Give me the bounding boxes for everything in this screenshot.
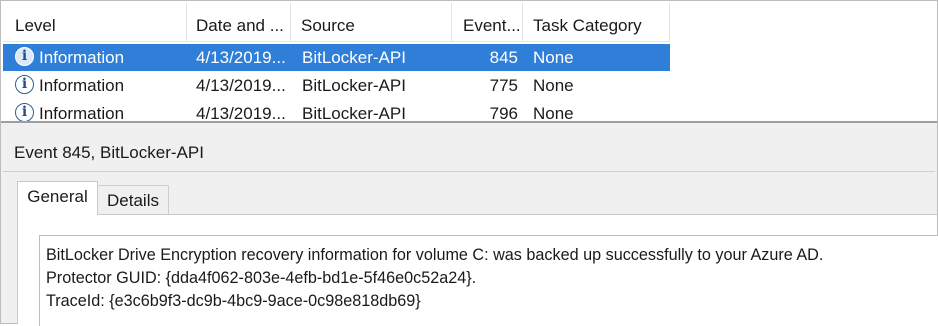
event-message-box[interactable]: BitLocker Drive Encryption recovery info…: [39, 235, 938, 326]
information-icon: i: [15, 103, 34, 122]
event-source: BitLocker-API: [302, 76, 406, 95]
general-tab-panel: BitLocker Drive Encryption recovery info…: [17, 214, 938, 326]
column-header-event-id[interactable]: Event...: [452, 3, 523, 41]
event-message-line: TraceId: {e3c6b9f3-dc9b-4bc9-9ace-0c98e8…: [46, 292, 421, 310]
column-header-date[interactable]: Date and ...: [187, 3, 291, 41]
event-source: BitLocker-API: [302, 104, 406, 122]
event-viewer-window: Level Date and ... Source Event... Task …: [0, 0, 938, 326]
event-task-category: None: [533, 48, 574, 67]
column-header-source[interactable]: Source: [291, 3, 452, 41]
event-row[interactable]: i Information 4/13/2019... BitLocker-API…: [3, 100, 670, 122]
information-icon: i: [15, 75, 34, 94]
column-header-level[interactable]: Level: [3, 3, 187, 41]
event-detail-title: Event 845, BitLocker-API: [14, 143, 204, 162]
event-list: Level Date and ... Source Event... Task …: [3, 3, 935, 122]
event-message-line: BitLocker Drive Encryption recovery info…: [46, 246, 824, 264]
event-source: BitLocker-API: [302, 48, 406, 67]
event-task-category: None: [533, 104, 574, 122]
event-level: Information: [39, 76, 125, 95]
event-message-line: Protector GUID: {dda4f062-803e-4efb-bd1e…: [46, 269, 477, 287]
event-id: 796: [489, 104, 518, 122]
event-list-header: Level Date and ... Source Event... Task …: [3, 3, 670, 42]
event-date: 4/13/2019...: [196, 48, 286, 67]
tab-details[interactable]: Details: [97, 185, 169, 215]
event-id: 845: [489, 48, 518, 67]
event-date: 4/13/2019...: [196, 104, 286, 122]
column-header-task-category[interactable]: Task Category: [523, 3, 670, 41]
event-id: 775: [489, 76, 518, 95]
event-task-category: None: [533, 76, 574, 95]
title-divider: [3, 171, 935, 172]
event-level: Information: [39, 48, 125, 67]
information-icon: i: [15, 47, 34, 66]
event-row[interactable]: i Information 4/13/2019... BitLocker-API…: [3, 44, 670, 71]
event-level: Information: [39, 104, 125, 122]
event-row[interactable]: i Information 4/13/2019... BitLocker-API…: [3, 72, 670, 99]
event-detail-pane: Event 845, BitLocker-API General Details…: [1, 123, 938, 326]
tab-general[interactable]: General: [17, 181, 98, 215]
event-date: 4/13/2019...: [196, 76, 286, 95]
